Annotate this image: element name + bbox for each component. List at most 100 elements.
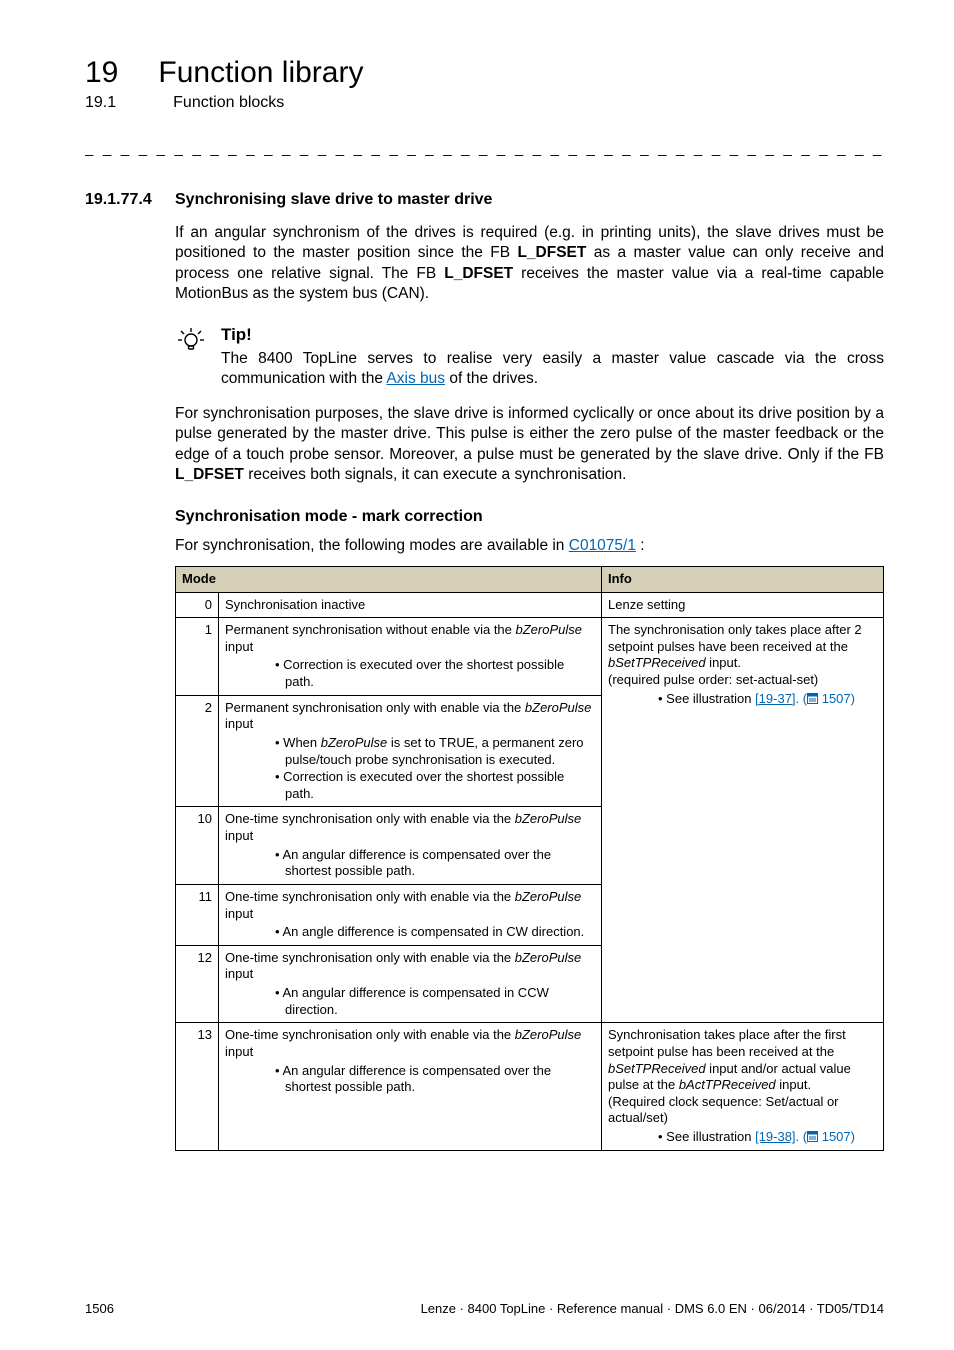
desc-text: One-time synchronisation only with enabl… xyxy=(225,811,515,826)
illustration-link[interactable]: [19-38] xyxy=(755,1129,795,1144)
page-ref-icon xyxy=(807,693,818,704)
desc-param: bZeroPulse xyxy=(515,950,581,965)
desc-text: input xyxy=(225,828,253,843)
see-text: See illustration xyxy=(666,1129,755,1144)
bullet-list: An angular difference is compensated ove… xyxy=(235,1063,595,1096)
bullet-list: See illustration [19-37]. ( 1507) xyxy=(618,691,877,708)
chapter-number: 19 xyxy=(85,56,118,90)
chapter-title: Function library xyxy=(158,56,363,90)
table-row: 0 Synchronisation inactive Lenze setting xyxy=(176,592,884,618)
info-param: bActTPReceived xyxy=(679,1077,776,1092)
para3-a: For synchronisation, the following modes… xyxy=(175,537,569,554)
tip-block: Tip! The 8400 TopLine serves to realise … xyxy=(175,325,884,390)
list-item: See illustration [19-37]. ( 1507) xyxy=(658,691,877,708)
table-row: 13 One-time synchronisation only with en… xyxy=(176,1023,884,1150)
desc-text: Permanent synchronisation without enable… xyxy=(225,622,516,637)
desc-text: One-time synchronisation only with enabl… xyxy=(225,950,515,965)
bullet-list: When bZeroPulse is set to TRUE, a perman… xyxy=(235,735,595,803)
section-title: Synchronising slave drive to master driv… xyxy=(175,191,492,209)
fb-name-1: L_DFSET xyxy=(517,244,586,261)
bullet-list: See illustration [19-38]. ( 1507) xyxy=(618,1129,877,1146)
table-header-row: Mode Info xyxy=(176,566,884,592)
desc-param: bZeroPulse xyxy=(516,622,582,637)
desc-text: input xyxy=(225,906,253,921)
page-number: 1506 xyxy=(85,1301,114,1316)
desc-text: One-time synchronisation only with enabl… xyxy=(225,889,515,904)
desc-text: input xyxy=(225,639,253,654)
mode-table: Mode Info 0 Synchronisation inactive Len… xyxy=(175,566,884,1151)
desc-text: input xyxy=(225,966,253,981)
subheading: Synchronisation mode - mark correction xyxy=(175,508,884,526)
mode-info-block-2: Synchronisation takes place after the fi… xyxy=(602,1023,884,1150)
mode-number: 11 xyxy=(176,884,219,945)
para2-b: receives both signals, it can execute a … xyxy=(244,466,627,483)
illustration-link[interactable]: [19-37] xyxy=(755,691,795,706)
divider-line: _ _ _ _ _ _ _ _ _ _ _ _ _ _ _ _ _ _ _ _ … xyxy=(85,140,884,157)
mode-number: 1 xyxy=(176,618,219,696)
bullet-list: An angular difference is compensated ove… xyxy=(235,847,595,880)
mode-info: Lenze setting xyxy=(602,592,884,618)
list-item: Correction is executed over the shortest… xyxy=(275,769,595,802)
page-ref: 1507) xyxy=(818,1129,855,1144)
info-text: (Required clock sequence: Set/actual or … xyxy=(608,1094,839,1126)
info-text: Synchronisation takes place after the fi… xyxy=(608,1027,846,1059)
mode-description: Permanent synchronisation only with enab… xyxy=(219,695,602,807)
header-mode: Mode xyxy=(176,566,602,592)
section-heading: 19.1.77.4 Synchronising slave drive to m… xyxy=(85,191,884,209)
page-ref: 1507) xyxy=(818,691,855,706)
page: 19 Function library 19.1 Function blocks… xyxy=(0,0,954,1350)
tip-label: Tip! xyxy=(221,325,884,345)
footer-text: Lenze · 8400 TopLine · Reference manual … xyxy=(421,1301,884,1316)
desc-param: bZeroPulse xyxy=(525,700,591,715)
list-item: When bZeroPulse is set to TRUE, a perman… xyxy=(275,735,595,768)
list-item: Correction is executed over the shortest… xyxy=(275,657,595,690)
fb-name-3: L_DFSET xyxy=(175,466,244,483)
list-item: See illustration [19-38]. ( 1507) xyxy=(658,1129,877,1146)
bullet-list: An angle difference is compensated in CW… xyxy=(235,924,595,941)
mode-description: One-time synchronisation only with enabl… xyxy=(219,884,602,945)
mode-description: One-time synchronisation only with enabl… xyxy=(219,807,602,885)
tip-text-b: of the drives. xyxy=(445,370,538,387)
info-param: bSetTPReceived xyxy=(608,1061,706,1076)
see-text: . ( xyxy=(796,691,808,706)
list-item: An angular difference is compensated ove… xyxy=(275,847,595,880)
code-link[interactable]: C01075/1 xyxy=(569,537,636,554)
mode-number: 2 xyxy=(176,695,219,807)
mode-description: One-time synchronisation only with enabl… xyxy=(219,1023,602,1150)
info-text: input. xyxy=(706,655,741,670)
paragraph-1: If an angular synchronism of the drives … xyxy=(175,223,884,305)
table-row: 1 Permanent synchronisation without enab… xyxy=(176,618,884,696)
mode-info-block-1: The synchronisation only takes place aft… xyxy=(602,618,884,1023)
desc-text: One-time synchronisation only with enabl… xyxy=(225,1027,515,1042)
info-text: (required pulse order: set-actual-set) xyxy=(608,672,818,687)
mode-description: Synchronisation inactive xyxy=(219,592,602,618)
subchapter-title: Function blocks xyxy=(173,94,284,112)
subchapter-heading: 19.1 Function blocks xyxy=(85,94,884,112)
see-text: . ( xyxy=(796,1129,808,1144)
axis-bus-link[interactable]: Axis bus xyxy=(386,370,445,387)
body-2: For synchronisation purposes, the slave … xyxy=(175,404,884,1151)
mode-description: Permanent synchronisation without enable… xyxy=(219,618,602,696)
mode-number: 0 xyxy=(176,592,219,618)
bullet-list: Correction is executed over the shortest… xyxy=(235,657,595,690)
desc-param: bZeroPulse xyxy=(515,1027,581,1042)
info-text: input. xyxy=(776,1077,811,1092)
fb-name-2: L_DFSET xyxy=(444,265,513,282)
mode-number: 13 xyxy=(176,1023,219,1150)
bullet-list: An angular difference is compensated in … xyxy=(235,985,595,1018)
body: If an angular synchronism of the drives … xyxy=(175,223,884,305)
chapter-heading: 19 Function library xyxy=(85,56,884,90)
tip-text: The 8400 TopLine serves to realise very … xyxy=(221,349,884,390)
footer: 1506 Lenze · 8400 TopLine · Reference ma… xyxy=(85,1301,884,1316)
desc-param: bZeroPulse xyxy=(515,889,581,904)
section-number: 19.1.77.4 xyxy=(85,191,157,209)
desc-text: input xyxy=(225,716,253,731)
list-item: An angular difference is compensated in … xyxy=(275,985,595,1018)
tip-text-a: The 8400 TopLine serves to realise very … xyxy=(221,350,884,387)
info-text: The synchronisation only takes place aft… xyxy=(608,622,862,654)
list-item: An angle difference is compensated in CW… xyxy=(275,924,595,941)
mode-number: 12 xyxy=(176,945,219,1023)
see-text: See illustration xyxy=(666,691,755,706)
para2-a: For synchronisation purposes, the slave … xyxy=(175,405,884,463)
tip-content: Tip! The 8400 TopLine serves to realise … xyxy=(221,325,884,390)
